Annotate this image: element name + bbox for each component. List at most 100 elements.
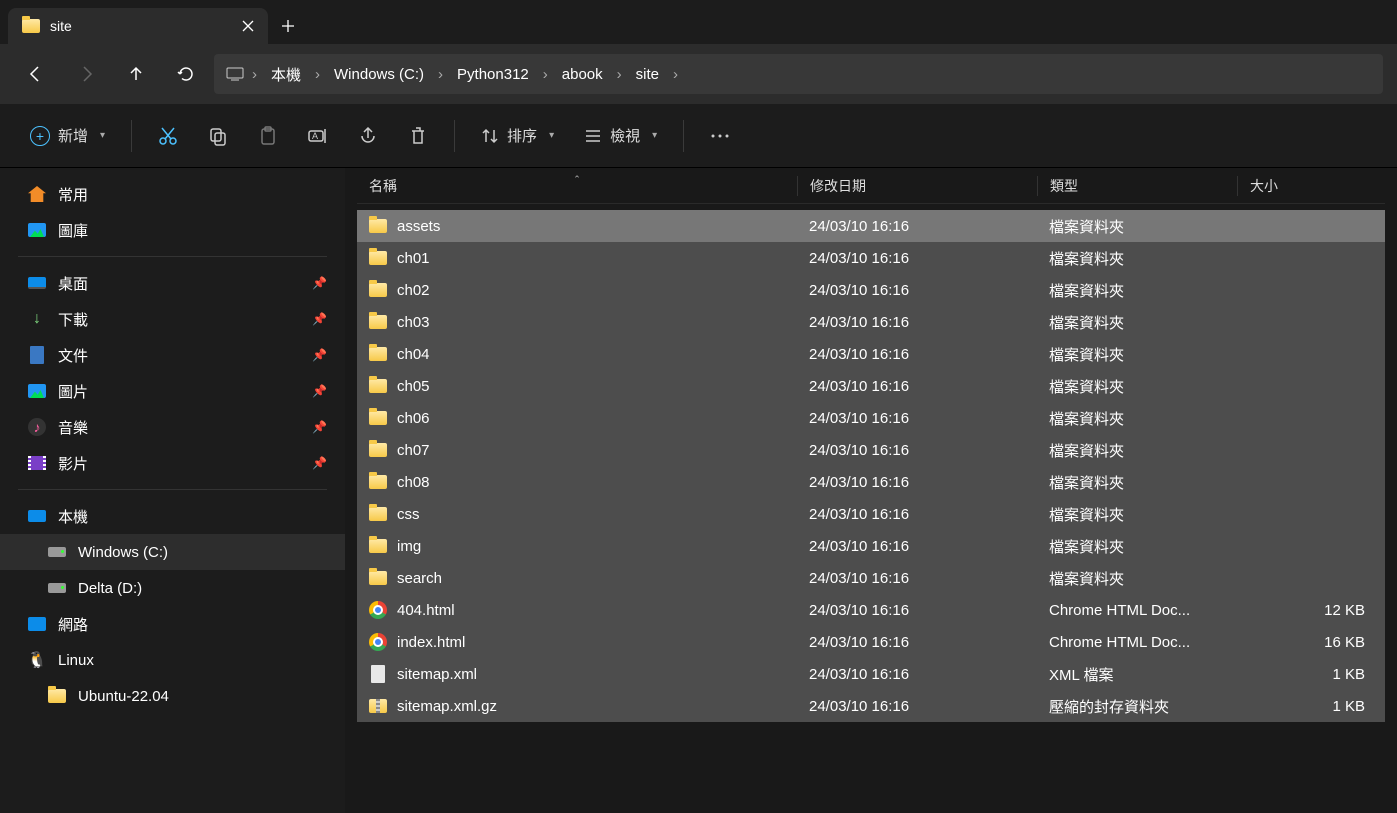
sidebar-item-ubuntu[interactable]: Ubuntu-22.04 (0, 678, 345, 714)
file-row[interactable]: ch0724/03/10 16:16檔案資料夾 (357, 434, 1385, 466)
sidebar-item-drive-d[interactable]: Delta (D:) (0, 570, 345, 606)
file-row[interactable]: sitemap.xml.gz24/03/10 16:16壓縮的封存資料夾1 KB (357, 690, 1385, 722)
file-date: 24/03/10 16:16 (797, 634, 1037, 651)
file-name: ch01 (397, 250, 430, 267)
file-row[interactable]: ch0824/03/10 16:16檔案資料夾 (357, 466, 1385, 498)
file-size: 16 KB (1237, 634, 1385, 651)
file-size: 12 KB (1237, 602, 1385, 619)
paste-button[interactable] (246, 116, 290, 156)
sidebar-item-gallery[interactable]: 圖庫 (0, 212, 345, 248)
sidebar-item-downloads[interactable]: ↓下載📌 (0, 301, 345, 337)
sidebar-item-linux[interactable]: 🐧Linux (0, 642, 345, 678)
folder-icon (22, 17, 40, 35)
separator (18, 489, 327, 490)
cut-button[interactable] (146, 116, 190, 156)
sidebar-item-desktop[interactable]: 桌面📌 (0, 265, 345, 301)
file-name: img (397, 538, 421, 555)
up-button[interactable] (114, 54, 158, 94)
new-tab-button[interactable] (268, 8, 308, 44)
sidebar-label: 本機 (58, 506, 88, 527)
file-rows: assets24/03/10 16:16檔案資料夾ch0124/03/10 16… (357, 204, 1385, 813)
file-type: 檔案資料夾 (1037, 312, 1237, 333)
music-icon: ♪ (28, 418, 46, 436)
file-row[interactable]: 404.html24/03/10 16:16Chrome HTML Doc...… (357, 594, 1385, 626)
document-icon (28, 346, 46, 364)
sidebar-item-documents[interactable]: 文件📌 (0, 337, 345, 373)
pin-icon: 📌 (312, 384, 327, 398)
address-bar[interactable]: › 本機 › Windows (C:) › Python312 › abook … (214, 54, 1383, 94)
sidebar-label: 常用 (58, 184, 88, 205)
close-tab-button[interactable] (242, 20, 254, 32)
pictures-icon (28, 382, 46, 400)
refresh-button[interactable] (164, 54, 208, 94)
separator (131, 120, 132, 152)
file-row[interactable]: ch0224/03/10 16:16檔案資料夾 (357, 274, 1385, 306)
column-header-date[interactable]: 修改日期 (797, 176, 1037, 196)
file-type: 檔案資料夾 (1037, 536, 1237, 557)
file-row[interactable]: sitemap.xml24/03/10 16:16XML 檔案1 KB (357, 658, 1385, 690)
separator (18, 256, 327, 257)
column-header-size[interactable]: 大小 (1237, 176, 1385, 196)
folder-icon (369, 281, 387, 299)
file-type: 檔案資料夾 (1037, 408, 1237, 429)
file-date: 24/03/10 16:16 (797, 314, 1037, 331)
file-type: 壓縮的封存資料夾 (1037, 696, 1237, 717)
view-button[interactable]: 檢視 ▾ (572, 116, 669, 156)
file-date: 24/03/10 16:16 (797, 346, 1037, 363)
sidebar-label: 音樂 (58, 417, 88, 438)
breadcrumb-item[interactable]: Windows (C:) (328, 64, 430, 85)
file-name: ch02 (397, 282, 430, 299)
breadcrumb-item[interactable]: abook (556, 64, 609, 85)
forward-button[interactable] (64, 54, 108, 94)
breadcrumb-item[interactable]: 本機 (265, 62, 307, 87)
column-header-type[interactable]: 類型 (1037, 176, 1237, 196)
share-button[interactable] (346, 116, 390, 156)
rename-button[interactable]: A (296, 116, 340, 156)
sidebar-label: 文件 (58, 345, 88, 366)
breadcrumb-item[interactable]: site (630, 64, 665, 85)
folder-icon (369, 249, 387, 267)
home-icon (28, 185, 46, 203)
more-button[interactable] (698, 116, 742, 156)
chevron-right-icon: › (438, 66, 443, 83)
file-row[interactable]: search24/03/10 16:16檔案資料夾 (357, 562, 1385, 594)
pin-icon: 📌 (312, 456, 327, 470)
file-row[interactable]: css24/03/10 16:16檔案資料夾 (357, 498, 1385, 530)
file-row[interactable]: img24/03/10 16:16檔案資料夾 (357, 530, 1385, 562)
desktop-icon (28, 274, 46, 292)
file-row[interactable]: ch0524/03/10 16:16檔案資料夾 (357, 370, 1385, 402)
sidebar-item-home[interactable]: 常用 (0, 176, 345, 212)
file-type: Chrome HTML Doc... (1037, 602, 1237, 619)
column-header-name[interactable]: ⌃名稱 (357, 176, 797, 196)
file-row[interactable]: ch0124/03/10 16:16檔案資料夾 (357, 242, 1385, 274)
sidebar-item-this-pc[interactable]: 本機 (0, 498, 345, 534)
separator (683, 120, 684, 152)
sidebar-item-videos[interactable]: 影片📌 (0, 445, 345, 481)
chevron-right-icon: › (315, 66, 320, 83)
back-button[interactable] (14, 54, 58, 94)
breadcrumb-item[interactable]: Python312 (451, 64, 535, 85)
sidebar-item-network[interactable]: 網路 (0, 606, 345, 642)
sidebar-item-pictures[interactable]: 圖片📌 (0, 373, 345, 409)
file-name: sitemap.xml (397, 666, 477, 683)
tab-title: site (50, 18, 72, 34)
tab-site[interactable]: site (8, 8, 268, 44)
file-name: ch08 (397, 474, 430, 491)
file-row[interactable]: index.html24/03/10 16:16Chrome HTML Doc.… (357, 626, 1385, 658)
sidebar-item-drive-c[interactable]: Windows (C:) (0, 534, 345, 570)
folder-icon (369, 377, 387, 395)
sidebar-label: 網路 (58, 614, 88, 635)
file-row[interactable]: assets24/03/10 16:16檔案資料夾 (357, 210, 1385, 242)
sort-indicator-icon: ⌃ (573, 174, 581, 185)
new-button[interactable]: + 新增 ▾ (18, 116, 117, 156)
chevron-right-icon: › (617, 66, 622, 83)
file-row[interactable]: ch0324/03/10 16:16檔案資料夾 (357, 306, 1385, 338)
file-name: ch06 (397, 410, 430, 427)
delete-button[interactable] (396, 116, 440, 156)
sort-button[interactable]: 排序 ▾ (469, 116, 566, 156)
sidebar-item-music[interactable]: ♪音樂📌 (0, 409, 345, 445)
copy-button[interactable] (196, 116, 240, 156)
file-row[interactable]: ch0624/03/10 16:16檔案資料夾 (357, 402, 1385, 434)
file-row[interactable]: ch0424/03/10 16:16檔案資料夾 (357, 338, 1385, 370)
sidebar-label: Ubuntu-22.04 (78, 688, 169, 705)
